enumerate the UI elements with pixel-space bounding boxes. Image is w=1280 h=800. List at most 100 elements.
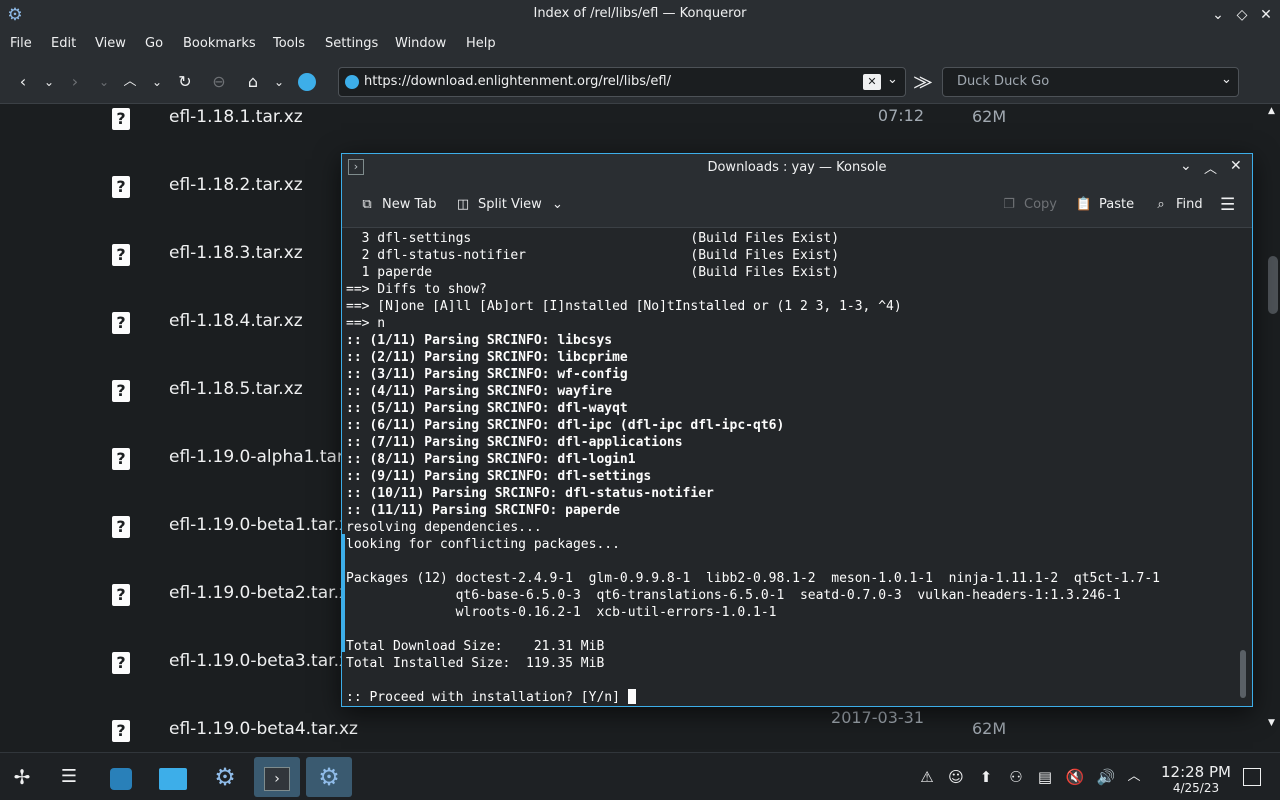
file-row[interactable]: ? efl-1.19.0-beta4.tar.xz 2017-03-31 62M [0,702,1264,752]
minimize-icon[interactable]: ⌄ [1180,158,1192,174]
unknown-file-icon: ? [112,448,130,470]
scroll-down-icon[interactable]: ▼ [1268,718,1275,728]
clear-url-icon[interactable]: ✕ [863,74,881,90]
terminal-scrollbar-thumb[interactable] [1240,650,1246,698]
konqueror-active-icon[interactable]: ⚙ [306,757,352,797]
page-scrollbar-thumb[interactable] [1268,256,1278,314]
unknown-file-icon: ? [112,380,130,402]
menu-tools[interactable]: Tools [273,36,305,51]
file-name[interactable]: efl-1.19.0-beta1.tar.xz [169,515,358,535]
menu-help[interactable]: Help [466,36,496,51]
file-size: 62M [972,719,1007,738]
browser-titlebar[interactable]: ⚙ Index of /rel/libs/efl — Konqueror ⌄ ◇… [0,0,1280,30]
notifications-icon[interactable]: ⚠ [917,767,937,787]
terminal-line: :: (6/11) Parsing SRCINFO: dfl-ipc (dfl-… [346,418,785,433]
search-engine-dropdown-icon[interactable]: ⌄ [1221,72,1232,87]
network-icon[interactable]: ⚇ [1006,767,1026,787]
menu-settings[interactable]: Settings [325,36,378,51]
file-name[interactable]: efl-1.18.4.tar.xz [169,311,303,331]
minimize-icon[interactable]: ⌄ [1208,5,1228,25]
menu-bookmarks[interactable]: Bookmarks [183,36,256,51]
split-view-button[interactable]: ◫ Split View ⌄ [454,194,563,216]
file-name[interactable]: efl-1.18.5.tar.xz [169,379,303,399]
copy-label: Copy [1024,197,1057,212]
go-icon[interactable]: ⨠ [912,71,934,93]
tray-expand-icon[interactable]: ︿ [1124,767,1144,787]
terminal-prompt-line[interactable]: :: Proceed with installation? [Y/n] [346,689,636,706]
new-tab-button[interactable]: ⧉ New Tab [358,194,437,216]
menu-file[interactable]: File [10,36,32,51]
back-icon[interactable]: ‹ [12,71,34,93]
forward-history-icon[interactable]: ⌄ [93,71,115,93]
maximize-icon[interactable]: ◇ [1232,5,1252,25]
konqueror-icon[interactable]: ⚙ [205,757,245,797]
unknown-file-icon: ? [112,720,130,742]
unknown-file-icon: ? [112,584,130,606]
terminal-output[interactable]: 3 dfl-settings (Build Files Exist) 2 dfl… [342,228,1242,706]
digital-clock[interactable]: 12:28 PM 4/25/23 [1148,763,1244,795]
clock-date: 4/25/23 [1172,781,1220,795]
up-icon[interactable]: ︿ [119,71,141,93]
file-name[interactable]: efl-1.19.0-beta2.tar.xz [169,583,358,603]
home-history-icon[interactable]: ⌄ [268,71,290,93]
taskbar: ✢ ☰ ⚙ › ⚙ ⚠ ☺ ⬆ ⚇ ▤ 🔇 🔊 ︿ 12:28 PM 4/25/… [0,752,1280,800]
up-history-icon[interactable]: ⌄ [146,71,168,93]
menu-edit[interactable]: Edit [51,36,76,51]
file-date: 2017-03-31 [831,708,924,727]
search-engine-placeholder[interactable]: Duck Duck Go [957,74,1049,89]
file-name[interactable]: efl-1.18.1.tar.xz [169,107,303,127]
new-tab-label: New Tab [382,197,437,212]
terminal-line: resolving dependencies... [346,520,542,535]
maximize-icon[interactable]: ︿ [1204,158,1217,177]
terminal-line: 2 dfl-status-notifier (Build Files Exist… [346,248,840,263]
terminal-line: :: (8/11) Parsing SRCINFO: dfl-login1 [346,452,636,467]
paste-button[interactable]: 📋 Paste [1075,194,1134,216]
forward-icon[interactable]: › [64,71,86,93]
search-bar[interactable]: Duck Duck Go ⌄ [942,67,1239,97]
copy-button[interactable]: ❐ Copy [1000,194,1057,216]
terminal-line: :: (5/11) Parsing SRCINFO: dfl-wayqt [346,401,628,416]
unknown-file-icon: ? [112,176,130,198]
close-icon[interactable]: ✕ [1230,158,1242,174]
terminal-line: :: (1/11) Parsing SRCINFO: libcsys [346,333,613,348]
location-bar[interactable]: https://download.enlightenment.org/rel/l… [338,67,906,97]
unknown-file-icon: ? [112,108,130,130]
updates-icon[interactable]: ⬆ [976,767,996,787]
stop-icon[interactable]: ⊖ [208,71,230,93]
file-name[interactable]: efl-1.18.2.tar.xz [169,175,303,195]
scroll-up-icon[interactable]: ▲ [1268,106,1275,116]
discover-store-icon[interactable] [101,757,141,797]
menu-window[interactable]: Window [395,36,446,51]
url-history-icon[interactable]: ⌄ [887,72,898,87]
konsole-titlebar[interactable]: › Downloads : yay — Konsole ⌄ ︿ ✕ [342,154,1252,182]
file-name[interactable]: efl-1.19.0-beta4.tar.xz [169,719,358,739]
show-desktop-icon[interactable] [1243,768,1261,786]
url-text[interactable]: https://download.enlightenment.org/rel/l… [364,74,671,89]
menu-go[interactable]: Go [145,36,163,51]
app-launcher-icon[interactable]: ✢ [2,757,42,797]
globe-icon [345,75,359,89]
file-name[interactable]: efl-1.19.0-alpha1.tar.xz [169,447,367,467]
user-icon[interactable]: ☺ [946,767,966,787]
volume-icon[interactable]: 🔊 [1096,767,1116,787]
file-name[interactable]: efl-1.18.3.tar.xz [169,243,303,263]
back-history-icon[interactable]: ⌄ [38,71,60,93]
user-agent-icon[interactable] [296,71,318,93]
clipboard-icon[interactable]: ▤ [1035,767,1055,787]
reload-icon[interactable]: ↻ [174,71,196,93]
navigation-toolbar: ‹ ⌄ › ⌄ ︿ ⌄ ↻ ⊖ ⌂ ⌄ https://download.enl… [0,60,1280,104]
close-icon[interactable]: ✕ [1256,5,1276,25]
file-name[interactable]: efl-1.19.0-beta3.tar.xz [169,651,358,671]
find-button[interactable]: ⌕ Find [1152,194,1202,216]
pager-icon[interactable]: ☰ [49,757,89,797]
terminal-line: qt6-base-6.5.0-3 qt6-translations-6.5.0-… [346,588,1121,603]
menu-view[interactable]: View [95,36,126,51]
terminal-line: looking for conflicting packages... [346,537,620,552]
hamburger-menu-button[interactable]: ☰ [1220,194,1235,216]
volume-muted-icon[interactable]: 🔇 [1065,767,1085,787]
page-scrollbar[interactable]: ▲ ▼ [1266,104,1280,734]
konsole-icon[interactable]: › [254,757,300,797]
home-icon[interactable]: ⌂ [242,71,264,93]
file-manager-icon[interactable] [153,757,193,797]
file-row[interactable]: ? efl-1.18.1.tar.xz 2016-09-15 07:12 62M [0,104,1264,158]
